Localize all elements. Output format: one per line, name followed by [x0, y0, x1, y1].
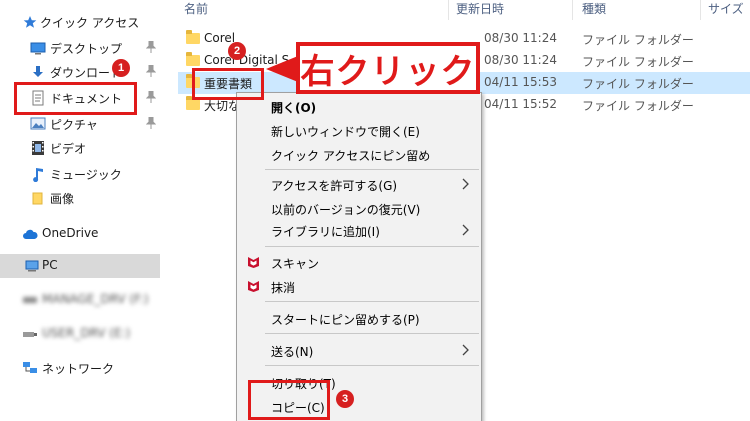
- menu-item-shred[interactable]: 抹消: [237, 275, 481, 297]
- file-type: ファイル フォルダー: [582, 99, 694, 113]
- nav-label: クイック アクセス: [40, 16, 140, 30]
- step-badge-1: 1: [112, 59, 130, 77]
- menu-item-label: ライブラリに追加(I): [271, 225, 380, 239]
- nav-drive-e[interactable]: USER_DRV (E:): [0, 322, 160, 346]
- music-icon: [30, 166, 46, 182]
- pc-icon: [24, 258, 40, 274]
- callout-right-click: 右クリック: [296, 42, 480, 94]
- file-date: 08/30 11:24: [484, 53, 557, 67]
- menu-item-label: スキャン: [271, 257, 320, 271]
- menu-item-label: スタートにピン留めする(P): [271, 313, 420, 327]
- star-icon: [22, 14, 38, 30]
- column-separator[interactable]: [700, 0, 701, 20]
- mcafee-icon: [247, 255, 260, 268]
- menu-separator: [265, 365, 479, 366]
- cloud-icon: [22, 226, 38, 242]
- nav-item-desktop[interactable]: デスクトップ: [0, 36, 160, 60]
- menu-item-label: クイック アクセスにピン留め: [271, 149, 431, 163]
- menu-separator: [265, 169, 479, 170]
- nav-label: デスクトップ: [50, 42, 123, 56]
- menu-item-label: 開く(O): [271, 101, 317, 115]
- usb-drive-icon: [22, 326, 38, 342]
- folder-icon: [186, 52, 200, 66]
- menu-item-label: 送る(N): [271, 345, 314, 359]
- navigation-pane: クイック アクセス デスクトップ ダウンロード ドキュメント ピクチャ ビデオ …: [0, 0, 160, 421]
- nav-item-videos[interactable]: ビデオ: [0, 136, 160, 160]
- video-icon: [30, 140, 46, 156]
- column-header-size[interactable]: サイズ: [708, 0, 744, 18]
- menu-item-open-new-window[interactable]: 新しいウィンドウで開く(E): [237, 119, 481, 141]
- step-badge-2: 2: [228, 42, 246, 60]
- file-type: ファイル フォルダー: [582, 77, 694, 91]
- column-header-name[interactable]: 名前: [184, 0, 208, 18]
- pin-icon[interactable]: [145, 90, 157, 103]
- column-header-date[interactable]: 更新日時: [456, 0, 504, 18]
- file-date: 08/30 11:24: [484, 31, 557, 45]
- nav-label: USER_DRV (E:): [42, 326, 131, 340]
- nav-label: PC: [42, 258, 58, 272]
- folder-icon: [30, 190, 46, 206]
- menu-item-restore-versions[interactable]: 以前のバージョンの復元(V): [237, 197, 481, 219]
- chevron-right-icon: [461, 222, 471, 238]
- column-separator[interactable]: [448, 0, 449, 20]
- nav-drive-f[interactable]: MANAGE_DRV (F:): [0, 288, 160, 312]
- highlight-documents: [14, 82, 137, 115]
- menu-item-give-access[interactable]: アクセスを許可する(G): [237, 173, 481, 195]
- nav-quick-access[interactable]: クイック アクセス: [0, 10, 160, 34]
- nav-network[interactable]: ネットワーク: [0, 356, 160, 380]
- nav-label: ビデオ: [50, 142, 87, 156]
- column-separator[interactable]: [572, 0, 573, 20]
- menu-separator: [265, 246, 479, 247]
- pictures-icon: [30, 116, 46, 132]
- highlight-copy: [248, 380, 330, 420]
- file-type: ファイル フォルダー: [582, 55, 694, 69]
- menu-item-scan[interactable]: スキャン: [237, 251, 481, 273]
- folder-icon: [186, 30, 200, 44]
- chevron-right-icon: [461, 342, 471, 358]
- nav-pc[interactable]: PC: [0, 254, 160, 278]
- file-date: 04/11 15:53: [484, 75, 557, 89]
- nav-onedrive[interactable]: OneDrive: [0, 222, 160, 246]
- pin-icon[interactable]: [145, 64, 157, 77]
- menu-item-label: アクセスを許可する(G): [271, 179, 398, 193]
- menu-item-add-library[interactable]: ライブラリに追加(I): [237, 219, 481, 241]
- menu-separator: [265, 333, 479, 334]
- menu-item-pin-quick-access[interactable]: クイック アクセスにピン留め: [237, 143, 481, 165]
- drive-icon: [22, 292, 38, 308]
- nav-item-downloads[interactable]: ダウンロード: [0, 60, 160, 84]
- nav-label: 画像: [50, 192, 75, 206]
- nav-item-music[interactable]: ミュージック: [0, 162, 160, 186]
- menu-item-open[interactable]: 開く(O): [237, 95, 481, 117]
- highlight-folder: [192, 68, 264, 100]
- mcafee-icon: [247, 279, 260, 292]
- nav-label: MANAGE_DRV (F:): [42, 292, 149, 306]
- nav-label: ミュージック: [50, 168, 122, 182]
- folder-icon: [186, 96, 200, 110]
- nav-item-pictures[interactable]: ピクチャ: [0, 112, 160, 136]
- nav-item-images[interactable]: 画像: [0, 186, 160, 210]
- menu-item-label: 以前のバージョンの復元(V): [271, 203, 421, 217]
- menu-item-send-to[interactable]: 送る(N): [237, 339, 481, 361]
- file-type: ファイル フォルダー: [582, 33, 694, 47]
- desktop-icon: [30, 40, 46, 56]
- chevron-right-icon: [461, 176, 471, 192]
- nav-label: OneDrive: [42, 226, 99, 240]
- pin-icon[interactable]: [145, 116, 157, 129]
- step-badge-3: 3: [336, 390, 354, 408]
- file-date: 04/11 15:52: [484, 97, 557, 111]
- pin-icon[interactable]: [145, 40, 157, 53]
- menu-separator: [265, 301, 479, 302]
- file-name: Corel: [204, 31, 236, 45]
- menu-item-label: 新しいウィンドウで開く(E): [271, 125, 420, 139]
- nav-label: ピクチャ: [50, 118, 98, 132]
- network-icon: [22, 360, 38, 376]
- menu-item-pin-start[interactable]: スタートにピン留めする(P): [237, 307, 481, 329]
- context-menu: 開く(O) 新しいウィンドウで開く(E) クイック アクセスにピン留め アクセス…: [236, 92, 482, 421]
- callout-arrow-icon: [266, 56, 298, 82]
- menu-item-label: 抹消: [271, 281, 296, 295]
- column-header-type[interactable]: 種類: [582, 0, 606, 18]
- nav-label: ネットワーク: [42, 362, 115, 376]
- download-icon: [30, 64, 46, 80]
